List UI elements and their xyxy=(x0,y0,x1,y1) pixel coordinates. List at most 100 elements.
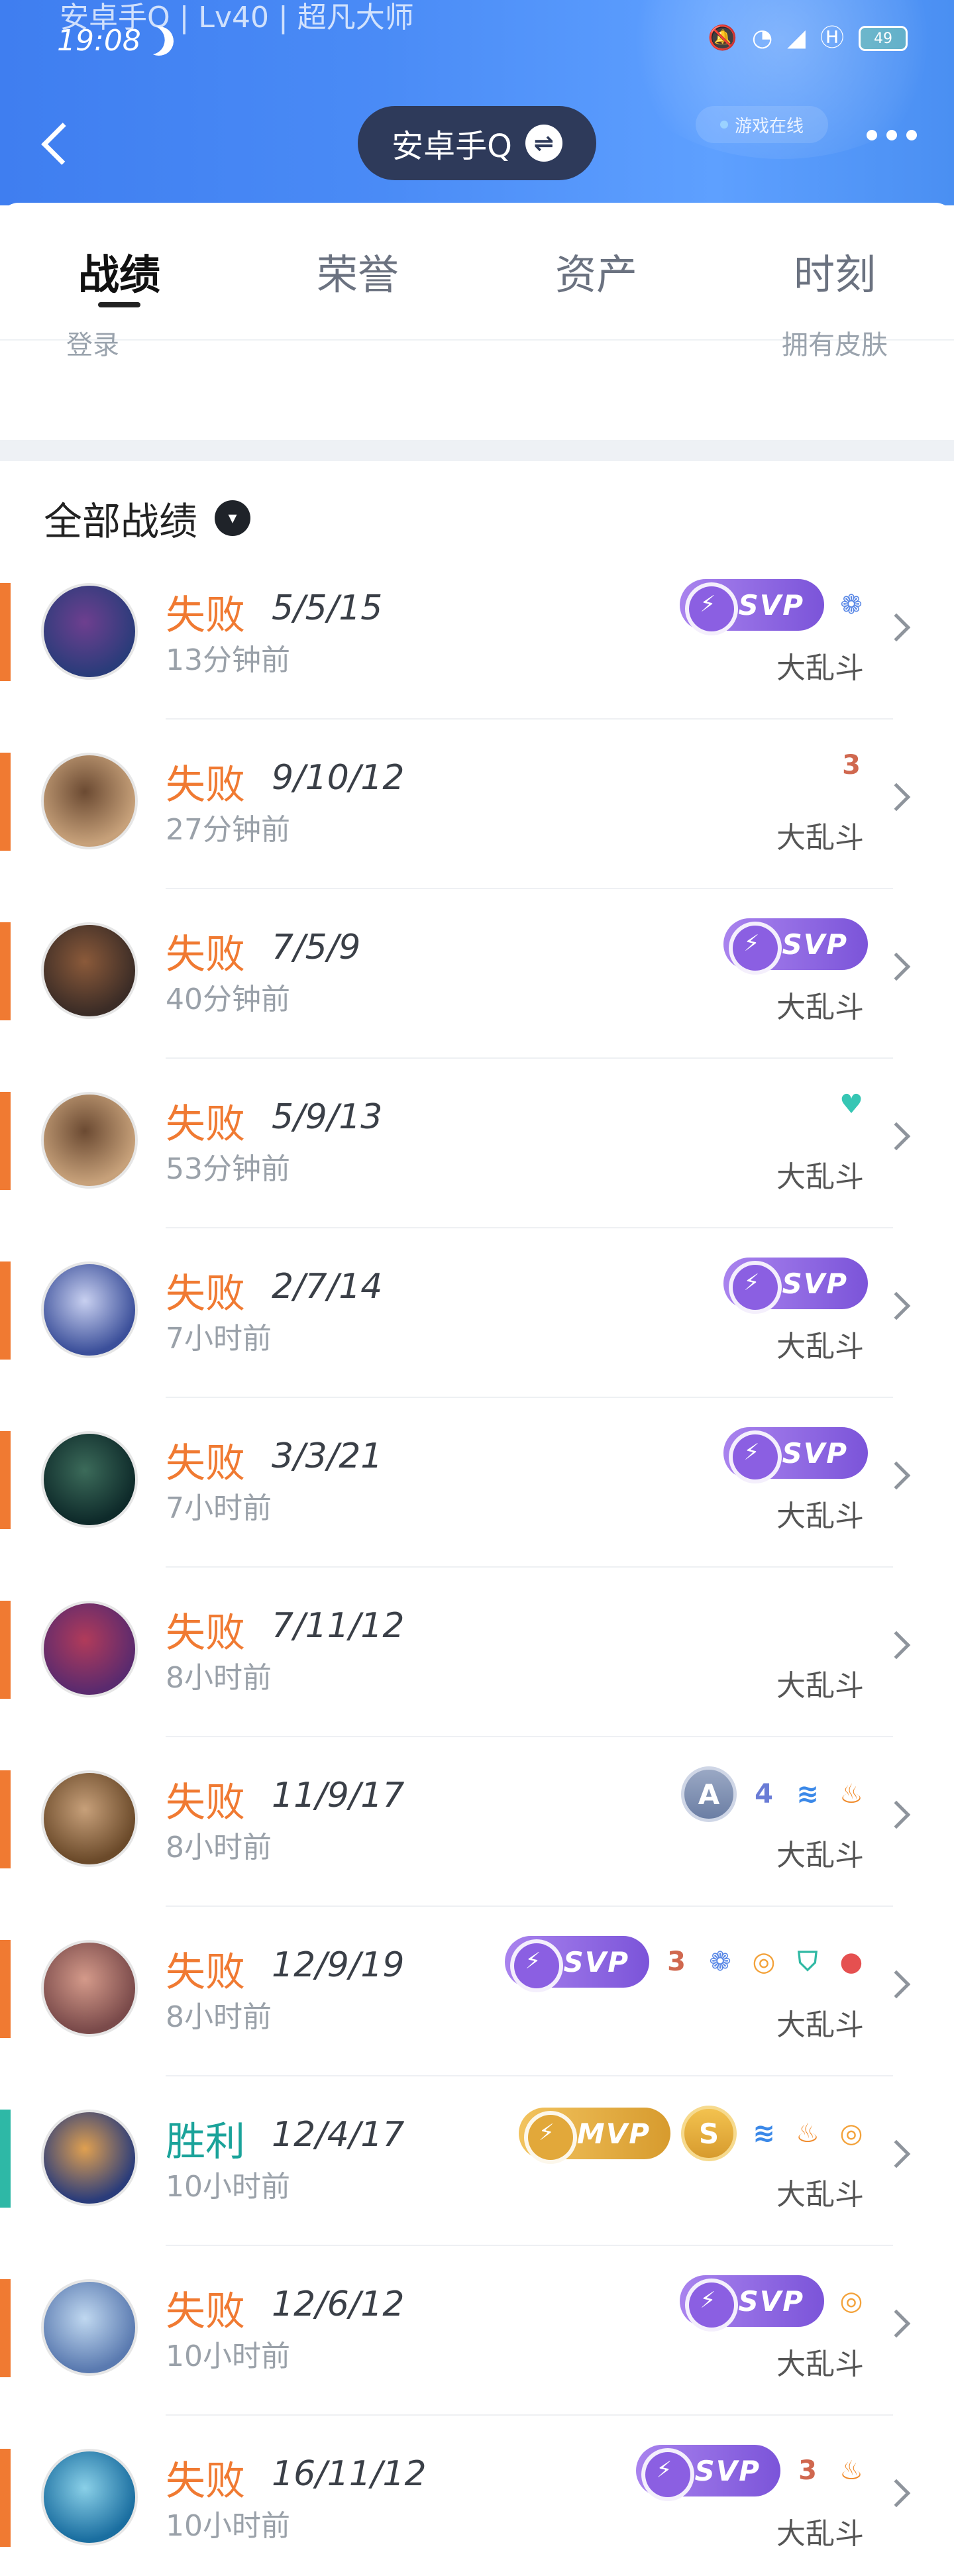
triple-kill-icon: 3 xyxy=(798,2455,817,2486)
match-mode: 大乱斗 xyxy=(776,651,864,685)
coin-icon: ◎ xyxy=(839,2118,863,2149)
match-kda: 12/6/12 xyxy=(272,2284,405,2324)
game-online-label: 游戏在线 xyxy=(734,116,804,136)
mvp-label: MVP xyxy=(576,2117,651,2150)
match-row[interactable]: 失败 16/11/12 10小时前 ⚡ SVP 3 ♨ 大乱斗 xyxy=(0,2445,954,2576)
match-mode: 大乱斗 xyxy=(776,1499,864,1533)
result-bar xyxy=(0,1431,11,1529)
more-dot-icon xyxy=(867,130,877,140)
match-time: 10小时前 xyxy=(166,2509,290,2543)
match-badges: ⚡ SVP ❁ xyxy=(680,579,868,635)
match-mode: 大乱斗 xyxy=(776,821,864,855)
match-result: 失败 xyxy=(166,762,245,808)
match-mode: 大乱斗 xyxy=(776,2178,864,2212)
heart-plus-icon: ♥ xyxy=(839,1089,863,1120)
match-kda: 5/5/15 xyxy=(272,588,383,628)
match-badges: A 4 ≋ ♨ xyxy=(681,1766,868,1822)
triple-kill-icon: 3 xyxy=(842,750,861,780)
tab-assets[interactable]: 资产 xyxy=(477,203,716,339)
match-time: 10小时前 xyxy=(166,2339,290,2373)
match-row[interactable]: 失败 7/5/9 40分钟前 ⚡ SVP 大乱斗 xyxy=(0,918,954,1092)
bolt-icon: ⚡ xyxy=(700,2287,717,2314)
bolt-icon: ⚡ xyxy=(743,1269,761,1296)
all-records-filter[interactable]: 全部战绩 ▾ xyxy=(44,490,251,546)
account-switch-button[interactable]: 安卓手Q ⇌ xyxy=(358,106,596,180)
match-row[interactable]: 失败 3/3/21 7小时前 ⚡ SVP 大乱斗 xyxy=(0,1427,954,1601)
match-result: 失败 xyxy=(166,1271,245,1317)
tab-bar: 战绩 荣誉 资产 时刻 xyxy=(0,203,954,341)
fire-icon: ♨ xyxy=(839,1779,863,1809)
row-divider xyxy=(166,1057,893,1059)
match-kda: 3/3/21 xyxy=(272,1436,383,1476)
hd-icon: Ⓗ xyxy=(820,25,844,52)
row-divider xyxy=(166,1397,893,1398)
bolt-icon: ⚡ xyxy=(743,1439,761,1466)
match-time: 8小时前 xyxy=(166,1661,272,1695)
svp-label: SVP xyxy=(738,2284,804,2318)
hero-avatar xyxy=(41,753,138,849)
bolt-icon: ⚡ xyxy=(525,1948,543,1974)
hero-avatar xyxy=(41,1431,138,1528)
row-divider xyxy=(166,2075,893,2076)
grade-s-icon: S xyxy=(681,2106,737,2161)
bolt-icon: ⚡ xyxy=(538,2120,556,2146)
chevron-down-icon: ▾ xyxy=(215,500,251,536)
match-badges: 3 xyxy=(835,749,868,782)
bolt-icon: ⚡ xyxy=(743,930,761,957)
match-row[interactable]: 失败 2/7/14 7小时前 ⚡ SVP 大乱斗 xyxy=(0,1258,954,1431)
svp-badge: ⚡ SVP xyxy=(636,2445,780,2501)
bolt-icon: ⚡ xyxy=(656,2457,674,2483)
battery-icon: 49 xyxy=(859,26,908,51)
match-time: 10小时前 xyxy=(166,2170,290,2204)
row-divider xyxy=(166,2414,893,2416)
chevron-right-icon xyxy=(882,1970,911,1999)
game-online-badge: 游戏在线 xyxy=(696,106,828,143)
chevron-right-icon xyxy=(882,2479,911,2508)
more-dot-icon xyxy=(906,130,917,140)
status-time: 19:08 xyxy=(57,24,141,58)
match-badges: ⚡ SVP 3 ♨ xyxy=(636,2445,868,2501)
summary-right-label: 拥有皮肤 xyxy=(782,330,888,360)
match-row[interactable]: 胜利 12/4/17 10小时前 ⚡ MVP S ≋ ♨ ◎ 大乱斗 xyxy=(0,2106,954,2279)
match-mode: 大乱斗 xyxy=(776,1330,864,1364)
back-chevron-icon xyxy=(41,123,83,165)
result-bar xyxy=(0,1092,11,1190)
match-kda: 12/9/19 xyxy=(272,1945,405,1985)
svp-label: SVP xyxy=(694,2454,761,2487)
mvp-badge: ⚡ MVP xyxy=(518,2108,670,2164)
hero-avatar xyxy=(41,922,138,1019)
match-row[interactable]: 失败 5/9/13 53分钟前 ♥ 大乱斗 xyxy=(0,1089,954,1261)
match-time: 7小时前 xyxy=(166,1322,272,1356)
wifi-icon: ◔ xyxy=(751,25,773,52)
result-bar xyxy=(0,1770,11,1868)
match-badges: ⚡ SVP xyxy=(723,1258,868,1314)
match-result: 失败 xyxy=(166,1101,245,1148)
summary-strip: 登录 拥有皮肤 xyxy=(0,330,954,440)
match-time: 8小时前 xyxy=(166,1831,272,1864)
hero-avatar xyxy=(41,1940,138,2037)
svp-badge: ⚡ SVP xyxy=(505,1936,649,1992)
match-row[interactable]: 失败 7/11/12 8小时前 大乱斗 xyxy=(0,1601,954,1770)
match-row[interactable]: 失败 12/9/19 8小时前 ⚡ SVP 3 ❁ ◎ ⛉ ● 大乱斗 xyxy=(0,1936,954,2110)
more-button[interactable] xyxy=(867,130,917,140)
back-button[interactable] xyxy=(37,114,83,174)
section-title: 全部战绩 xyxy=(44,499,198,544)
tab-moments[interactable]: 时刻 xyxy=(716,203,954,339)
result-bar xyxy=(0,1601,11,1699)
match-row[interactable]: 失败 11/9/17 8小时前 A 4 ≋ ♨ 大乱斗 xyxy=(0,1766,954,1940)
match-badges: ⚡ SVP xyxy=(723,918,868,975)
match-result: 失败 xyxy=(166,2288,245,2335)
match-row[interactable]: 失败 9/10/12 27分钟前 3 大乱斗 xyxy=(0,750,954,922)
match-kda: 2/7/14 xyxy=(272,1267,383,1307)
match-row[interactable]: 失败 12/6/12 10小时前 ⚡ SVP ◎ 大乱斗 xyxy=(0,2275,954,2449)
tab-record[interactable]: 战绩 xyxy=(0,203,238,339)
chevron-right-icon xyxy=(882,2309,911,2338)
hero-avatar xyxy=(41,2449,138,2546)
match-badges: ⚡ SVP 3 ❁ ◎ ⛉ ● xyxy=(505,1936,868,1992)
chevron-right-icon xyxy=(882,2139,911,2169)
match-time: 7小时前 xyxy=(166,1491,272,1525)
match-mode: 大乱斗 xyxy=(776,1669,864,1703)
match-row[interactable]: 失败 5/5/15 13分钟前 ⚡ SVP ❁ 大乱斗 xyxy=(0,579,954,753)
match-mode: 大乱斗 xyxy=(776,2517,864,2551)
tab-honor[interactable]: 荣誉 xyxy=(238,203,477,339)
